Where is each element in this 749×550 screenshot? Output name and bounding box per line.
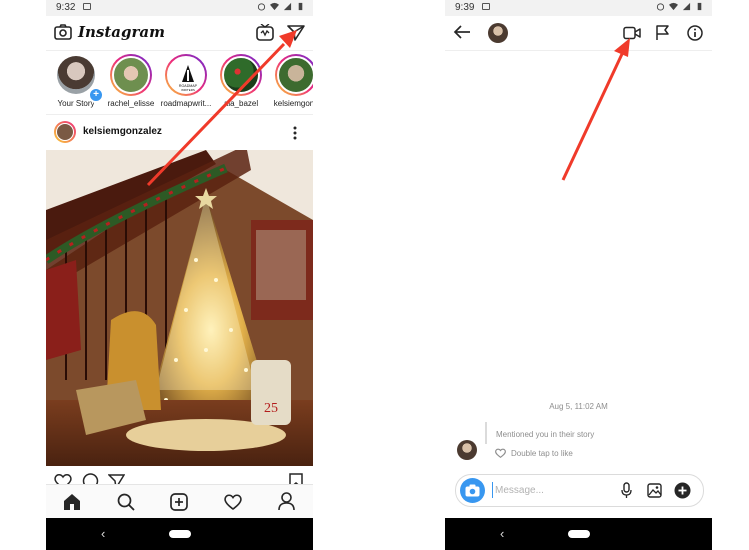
like-heart-icon[interactable] (495, 448, 506, 458)
notification-icon (83, 3, 91, 10)
sack-number: 25 (264, 401, 278, 416)
system-home-pill[interactable] (169, 530, 191, 538)
message-input[interactable] (492, 482, 615, 498)
thread-avatar[interactable] (488, 23, 508, 43)
alarm-icon (257, 3, 266, 11)
story-mention-text[interactable]: Mentioned you in their story (496, 430, 594, 439)
camera-icon (465, 484, 480, 497)
stories-tray: + Your Story rachel_elisse ROADMAP WRITE… (46, 52, 313, 115)
app-title: Instagram (78, 23, 165, 41)
roadmap-logo: ROADMAP WRITERS (179, 65, 198, 92)
app-header: Instagram (46, 16, 313, 51)
bookmark-icon[interactable] (289, 473, 303, 484)
christmas-tree-photo: 25 (46, 150, 313, 466)
like-hint-row[interactable]: Double tap to like (495, 448, 573, 458)
info-icon[interactable] (687, 25, 703, 41)
add-post-icon[interactable] (170, 493, 188, 511)
camera-icon[interactable] (54, 24, 72, 40)
add-story-icon[interactable]: + (88, 87, 104, 103)
wifi-icon (270, 2, 279, 11)
profile-icon[interactable] (278, 492, 295, 511)
post-photo[interactable]: 25 (46, 150, 313, 466)
battery-icon (298, 2, 303, 11)
microphone-icon[interactable] (621, 482, 632, 499)
story-mention-bar (485, 422, 487, 444)
igtv-icon[interactable] (256, 24, 274, 41)
flag-icon[interactable] (655, 25, 670, 41)
story-label: rachel_elisse (107, 99, 155, 108)
post-actions (46, 468, 313, 484)
story-your-story[interactable]: + Your Story (49, 54, 104, 108)
system-back-icon[interactable]: ‹ (101, 526, 105, 541)
back-arrow-icon[interactable] (453, 25, 471, 39)
video-call-icon[interactable] (623, 26, 641, 40)
like-hint-text: Double tap to like (511, 448, 573, 458)
bottom-navigation (46, 484, 313, 519)
story-item[interactable]: ROADMAP WRITERS roadmapwrit... (159, 54, 213, 108)
wifi-icon (669, 2, 678, 11)
story-item[interactable]: ala_bazel (214, 54, 268, 108)
message-composer (455, 474, 704, 507)
sender-avatar[interactable] (457, 440, 477, 460)
camera-button[interactable] (460, 478, 485, 503)
status-time: 9:39 (455, 2, 475, 13)
system-home-pill[interactable] (568, 530, 590, 538)
heart-icon[interactable] (54, 473, 72, 484)
add-media-icon[interactable] (674, 482, 691, 499)
story-label: kelsiemgonz (273, 99, 313, 108)
status-bar: 9:32 (46, 0, 313, 16)
message-timestamp: Aug 5, 11:02 AM (549, 402, 608, 411)
system-navigation-bar: ‹ (445, 518, 712, 550)
paper-plane-icon[interactable] (287, 24, 305, 41)
post-avatar[interactable] (54, 121, 76, 143)
story-item[interactable]: rachel_elisse (104, 54, 158, 108)
story-item[interactable]: kelsiemgonz (269, 54, 313, 108)
search-icon[interactable] (117, 493, 135, 511)
thread-header (445, 16, 712, 51)
post-username[interactable]: kelsiemgonzalez (83, 126, 162, 137)
status-bar: 9:39 (445, 0, 712, 16)
post-header: kelsiemgonzalez (46, 116, 313, 150)
gallery-icon[interactable] (647, 483, 662, 498)
direct-message-screen: 9:39 Aug 5, 11:02 AM Mentioned you in th… (445, 0, 712, 550)
feed-screen: 9:32 Instagram + Your Story rachel_eliss… (46, 0, 313, 550)
share-icon[interactable] (108, 473, 125, 484)
battery-icon (697, 2, 702, 11)
signal-icon (682, 2, 691, 11)
home-icon[interactable] (63, 493, 81, 511)
comment-icon[interactable] (82, 473, 99, 484)
system-navigation-bar: ‹ (46, 518, 313, 550)
status-time: 9:32 (56, 2, 76, 13)
story-label: roadmapwrit... (160, 99, 212, 108)
system-back-icon[interactable]: ‹ (500, 526, 504, 541)
more-options-icon[interactable] (293, 126, 297, 140)
alarm-icon (656, 3, 665, 11)
notification-icon (482, 3, 490, 10)
signal-icon (283, 2, 292, 11)
svg-text:WRITERS: WRITERS (181, 88, 195, 92)
activity-heart-icon[interactable] (224, 493, 242, 510)
story-label: ala_bazel (223, 99, 259, 108)
